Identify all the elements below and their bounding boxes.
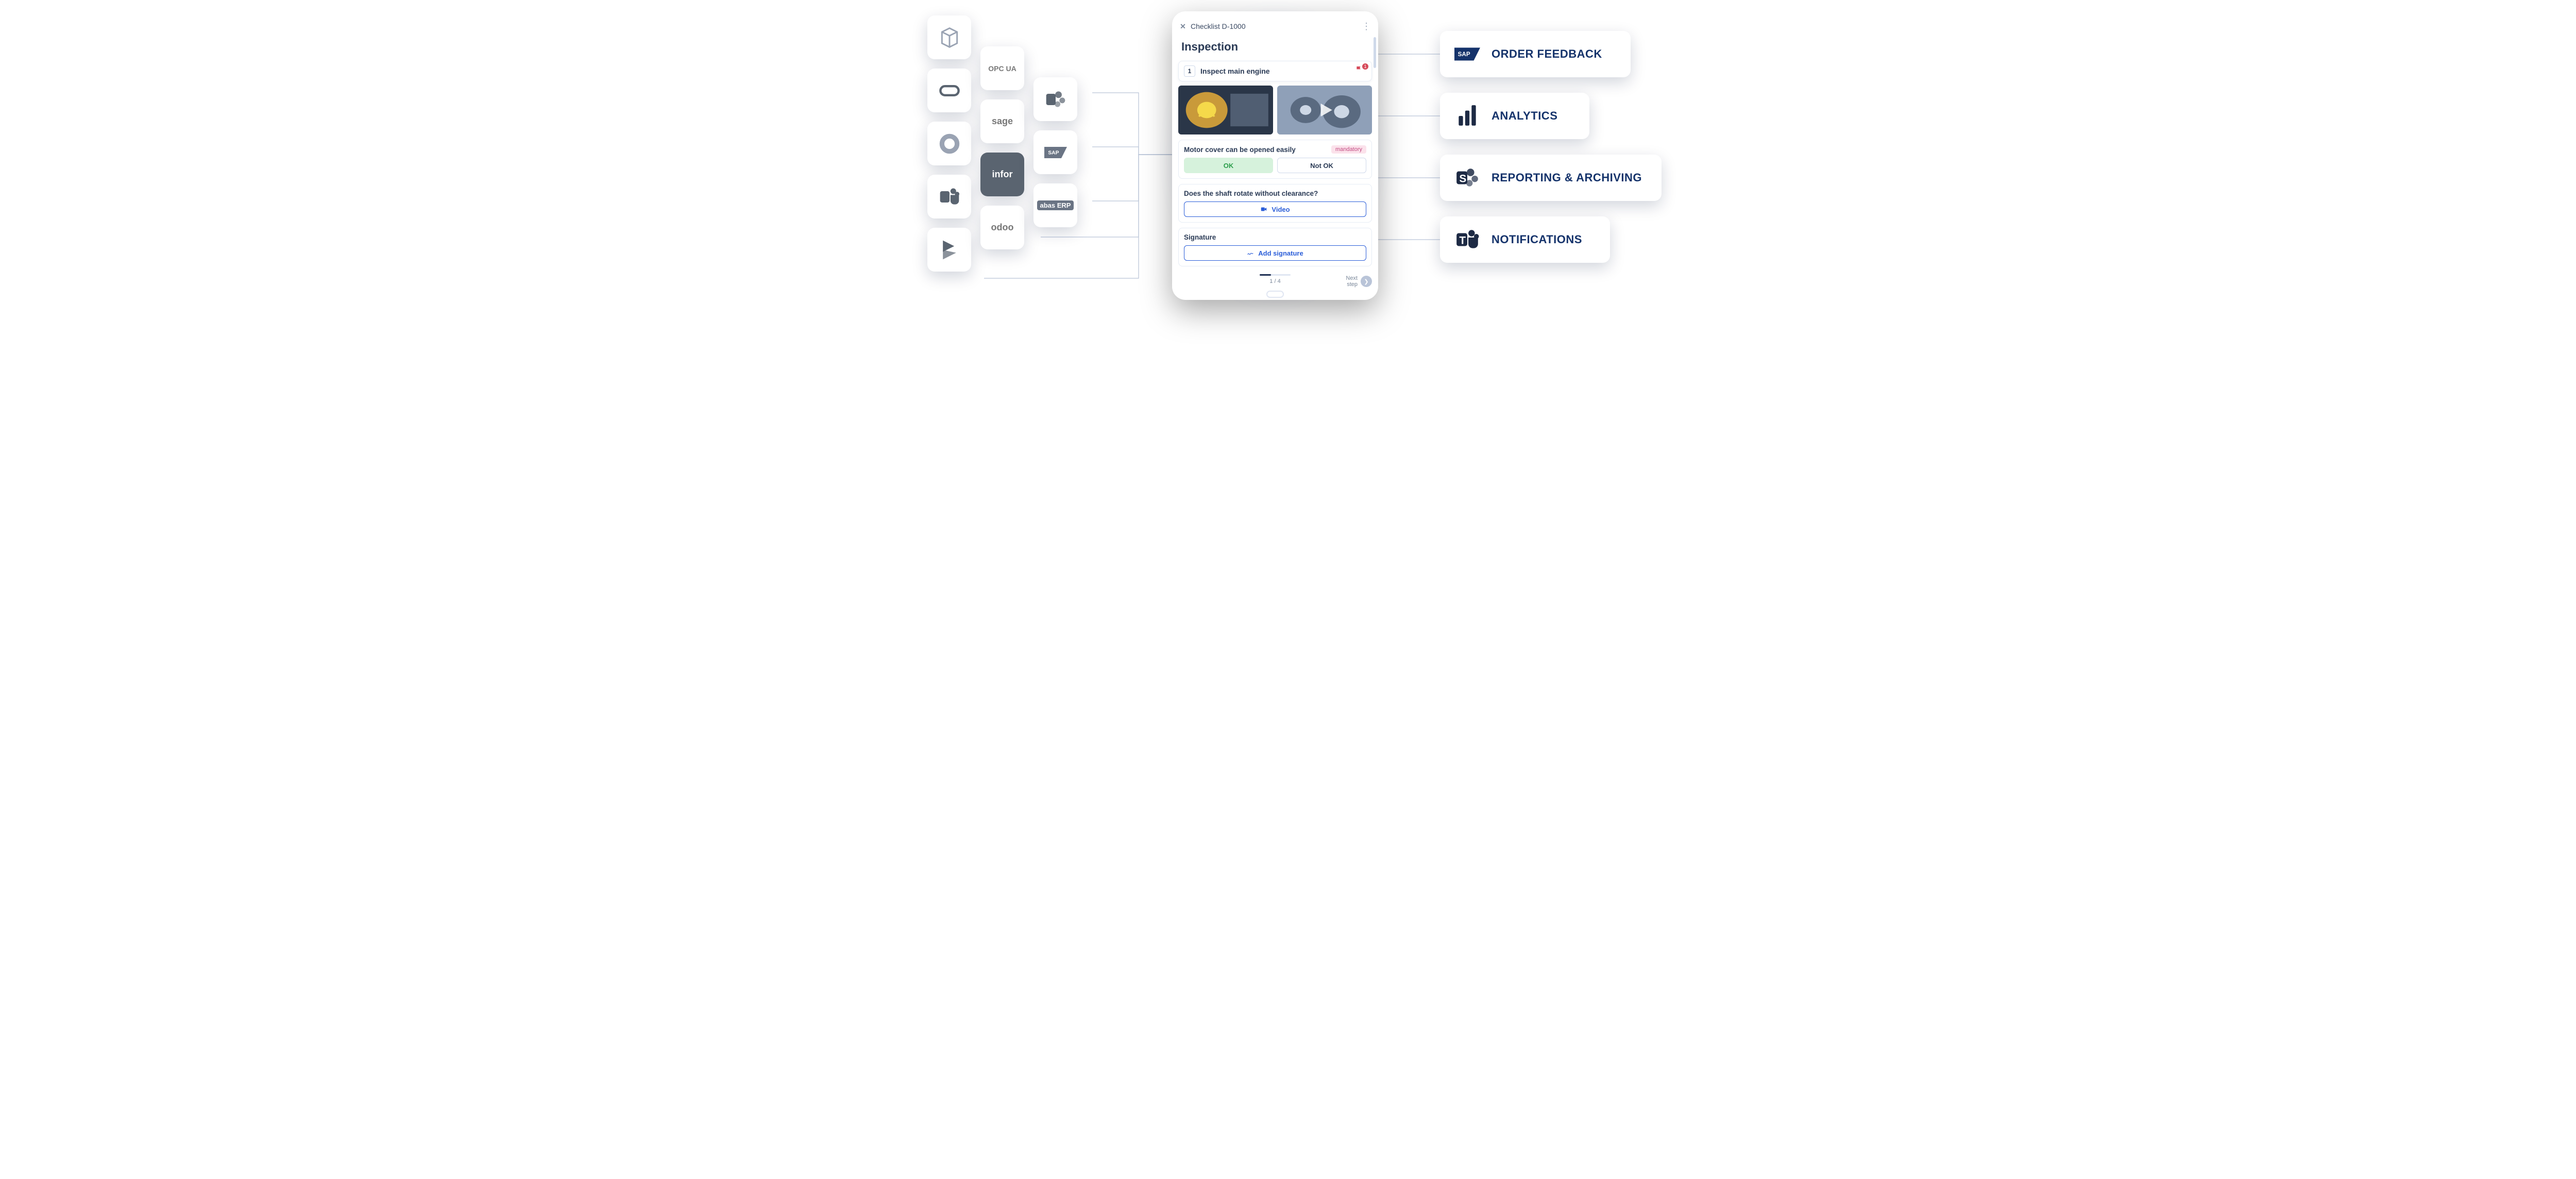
section-title: Inspection xyxy=(1181,40,1369,54)
flag-badge: 1 xyxy=(1362,63,1368,70)
output-order-feedback: SAP ORDER FEEDBACK xyxy=(1440,31,1631,77)
dynamics-icon xyxy=(927,228,971,272)
teams-icon: T xyxy=(1454,227,1480,252)
signature-label: Add signature xyxy=(1258,249,1303,257)
step-row[interactable]: 1 Inspect main engine 1 xyxy=(1178,61,1372,81)
output-label: ORDER FEEDBACK xyxy=(1492,47,1602,61)
checklist-title: Checklist D-1000 xyxy=(1191,22,1246,30)
more-icon[interactable]: ⋮ xyxy=(1362,21,1372,32)
circle-ring-icon xyxy=(927,122,971,165)
page-indicator: 1 / 4 xyxy=(1269,278,1280,284)
question-text: Motor cover can be opened easily xyxy=(1184,146,1296,154)
next-step-label: Next step xyxy=(1346,275,1358,288)
pager: 1 / 4 Next step ❯ xyxy=(1178,274,1372,289)
question-text: Signature xyxy=(1184,233,1216,241)
oracle-icon xyxy=(927,69,971,112)
signature-icon xyxy=(1247,249,1254,257)
source-integrations: OPC UA sage infor odoo SAP abas ERP xyxy=(927,15,1077,272)
sharepoint-icon xyxy=(1033,77,1077,121)
output-label: NOTIFICATIONS xyxy=(1492,233,1582,246)
home-button[interactable] xyxy=(1266,291,1284,298)
output-label: REPORTING & ARCHIVING xyxy=(1492,171,1642,184)
svg-text:SAP: SAP xyxy=(1048,150,1059,156)
flag-icon[interactable]: 1 xyxy=(1355,65,1366,77)
teams-icon xyxy=(927,175,971,218)
sap-icon: SAP xyxy=(1033,130,1077,174)
scrollbar[interactable] xyxy=(1374,37,1376,68)
next-step-button[interactable]: Next step ❯ xyxy=(1346,275,1372,288)
question-signature: Signature Add signature xyxy=(1178,228,1372,266)
chevron-right-icon: ❯ xyxy=(1361,276,1372,287)
output-analytics: ANALYTICS xyxy=(1440,93,1589,139)
sage-icon: sage xyxy=(980,99,1024,143)
opcua-icon: OPC UA xyxy=(980,46,1024,90)
question-shaft-clearance: Does the shaft rotate without clearance?… xyxy=(1178,184,1372,223)
photo-gears[interactable] xyxy=(1277,86,1372,134)
svg-text:S: S xyxy=(1459,173,1466,184)
close-icon[interactable]: ✕ xyxy=(1178,22,1188,31)
svg-text:SAP: SAP xyxy=(1458,51,1470,58)
ok-button[interactable]: OK xyxy=(1184,158,1273,173)
sharepoint-icon: S xyxy=(1454,165,1480,191)
3d-cube-icon xyxy=(927,15,971,59)
output-label: ANALYTICS xyxy=(1492,109,1557,123)
odoo-icon: odoo xyxy=(980,206,1024,249)
powerbi-icon xyxy=(1454,103,1480,129)
not-ok-button[interactable]: Not OK xyxy=(1277,158,1366,173)
add-signature-button[interactable]: Add signature xyxy=(1184,245,1366,261)
video-button[interactable]: Video xyxy=(1184,201,1366,217)
tablet-device: ✕ Checklist D-1000 ⋮ Inspection 1 Inspec… xyxy=(1172,11,1378,300)
mandatory-tag: mandatory xyxy=(1331,145,1366,154)
step-number: 1 xyxy=(1184,65,1195,77)
question-motor-cover: Motor cover can be opened easily mandato… xyxy=(1178,140,1372,179)
output-targets: SAP ORDER FEEDBACK ANALYTICS S REPORTING… xyxy=(1440,31,1662,263)
step-label: Inspect main engine xyxy=(1200,67,1270,75)
video-label: Video xyxy=(1272,206,1290,213)
abas-icon: abas ERP xyxy=(1033,183,1077,227)
question-text: Does the shaft rotate without clearance? xyxy=(1184,190,1318,197)
output-reporting-archiving: S REPORTING & ARCHIVING xyxy=(1440,155,1662,201)
video-icon xyxy=(1260,206,1267,213)
step-photos xyxy=(1178,86,1372,134)
sap-icon: SAP xyxy=(1454,41,1480,67)
output-notifications: T NOTIFICATIONS xyxy=(1440,216,1610,263)
svg-text:T: T xyxy=(1459,234,1466,246)
photo-motor-winding[interactable] xyxy=(1178,86,1273,134)
checklist-header: ✕ Checklist D-1000 ⋮ xyxy=(1178,18,1372,35)
infor-icon: infor xyxy=(980,153,1024,196)
